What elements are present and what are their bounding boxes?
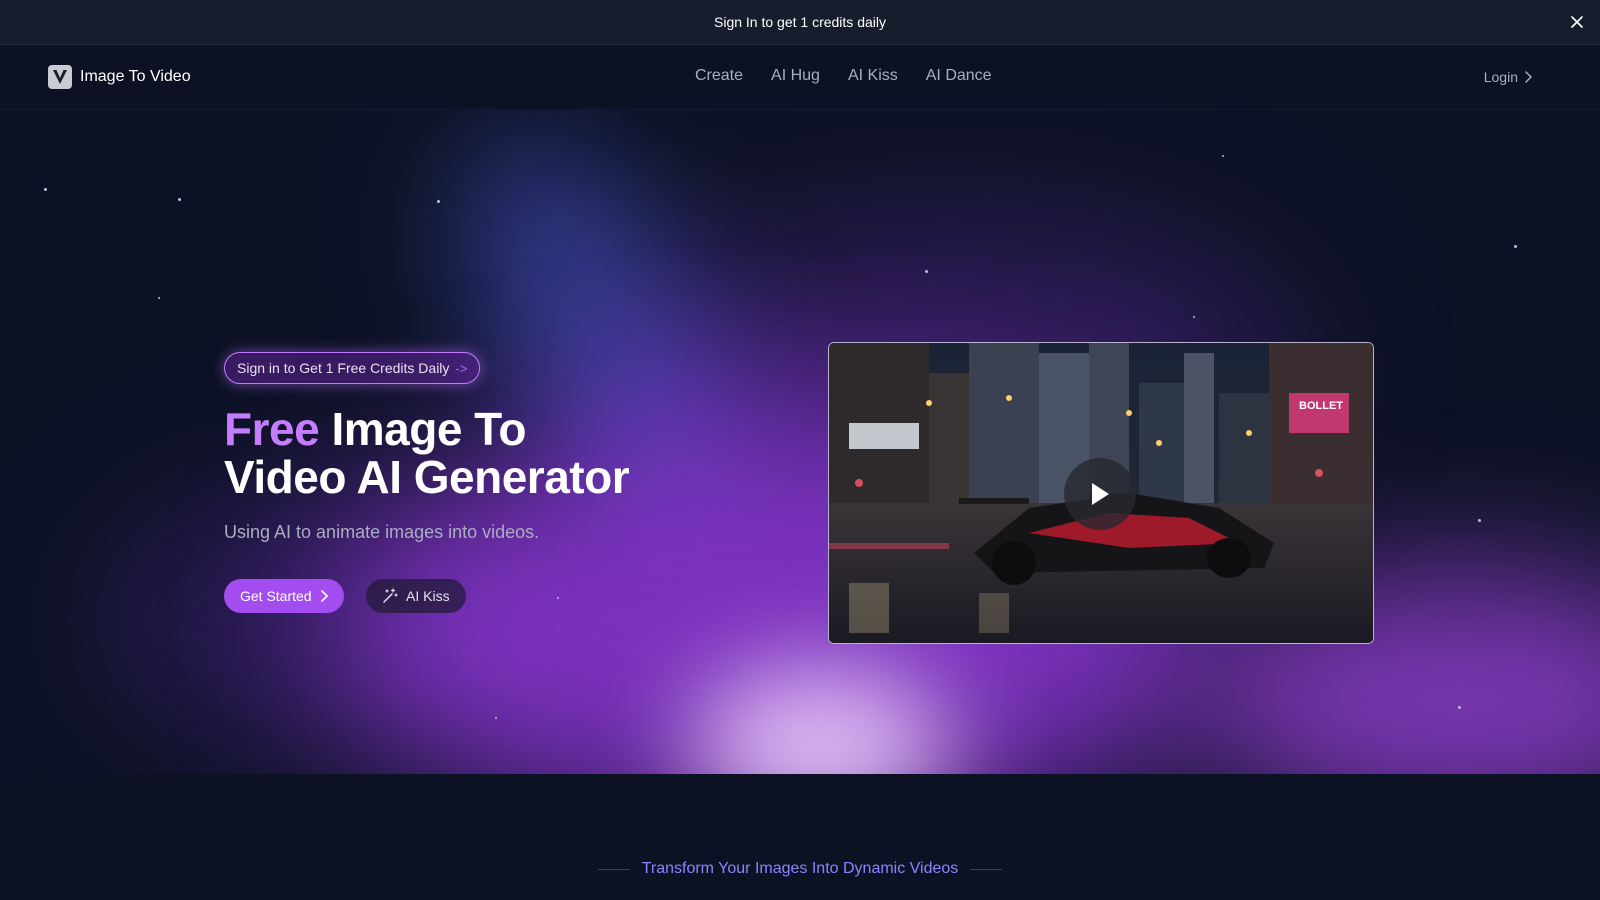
- nav-link-create[interactable]: Create: [695, 67, 743, 85]
- divider: [597, 868, 630, 870]
- nav-link-ai-kiss[interactable]: AI Kiss: [848, 67, 898, 85]
- billboard-text: BOLLET: [1299, 400, 1343, 412]
- section-heading: Transform Your Images Into Dynamic Video…: [0, 860, 1600, 878]
- magic-wand-icon: [383, 588, 398, 603]
- hero-title-rest: Image To: [319, 403, 526, 455]
- star-dot: [495, 717, 497, 719]
- section-heading-text: Transform Your Images Into Dynamic Video…: [641, 860, 959, 877]
- hero-subtitle: Using AI to animate images into videos.: [224, 522, 540, 542]
- star-dot: [1514, 245, 1517, 248]
- close-icon[interactable]: [1566, 11, 1588, 33]
- star-dot: [1193, 316, 1195, 318]
- star-dot: [1222, 155, 1224, 157]
- star-dot: [557, 597, 559, 599]
- hero-section: Sign in to Get 1 Free Credits Daily -> F…: [0, 110, 1600, 774]
- login-label: Login: [1483, 69, 1518, 85]
- arrow-right-icon: ->: [455, 360, 468, 376]
- star-dot: [44, 188, 47, 191]
- nav-links: Create AI Hug AI Kiss AI Dance: [695, 67, 992, 85]
- nav-link-ai-dance[interactable]: AI Dance: [926, 67, 992, 85]
- hero-title-line2: Video AI Generator: [224, 451, 630, 503]
- star-dot: [437, 200, 440, 203]
- top-banner: Sign In to get 1 credits daily: [0, 0, 1600, 45]
- video-preview[interactable]: BOLLET: [828, 342, 1374, 644]
- play-button[interactable]: [1064, 458, 1136, 530]
- free-credits-badge[interactable]: Sign in to Get 1 Free Credits Daily ->: [224, 352, 481, 384]
- chevron-right-icon: [1525, 71, 1532, 83]
- star-dot: [925, 270, 928, 273]
- star-dot: [178, 198, 181, 201]
- get-started-button[interactable]: Get Started: [224, 579, 344, 613]
- star-dot: [1458, 706, 1461, 709]
- badge-text: Sign in to Get 1 Free Credits Daily: [237, 360, 450, 376]
- hero-title: Free Image To Video AI Generator: [224, 403, 630, 503]
- get-started-label: Get Started: [240, 588, 312, 604]
- ai-kiss-label: AI Kiss: [406, 588, 450, 604]
- hero-title-accent: Free: [224, 403, 320, 455]
- banner-text: Sign In to get 1 credits daily: [714, 14, 886, 30]
- star-dot: [158, 297, 160, 299]
- brand[interactable]: Image To Video: [48, 65, 191, 89]
- ai-kiss-button[interactable]: AI Kiss: [366, 579, 466, 613]
- navbar: Image To Video Create AI Hug AI Kiss AI …: [0, 45, 1600, 110]
- nav-link-ai-hug[interactable]: AI Hug: [771, 67, 820, 85]
- brand-logo-icon: [48, 65, 72, 89]
- divider: [970, 868, 1003, 870]
- chevron-right-icon: [320, 590, 328, 602]
- login-link[interactable]: Login: [1484, 69, 1532, 85]
- play-icon: [1092, 483, 1109, 505]
- brand-name: Image To Video: [80, 68, 191, 85]
- star-dot: [1478, 519, 1481, 522]
